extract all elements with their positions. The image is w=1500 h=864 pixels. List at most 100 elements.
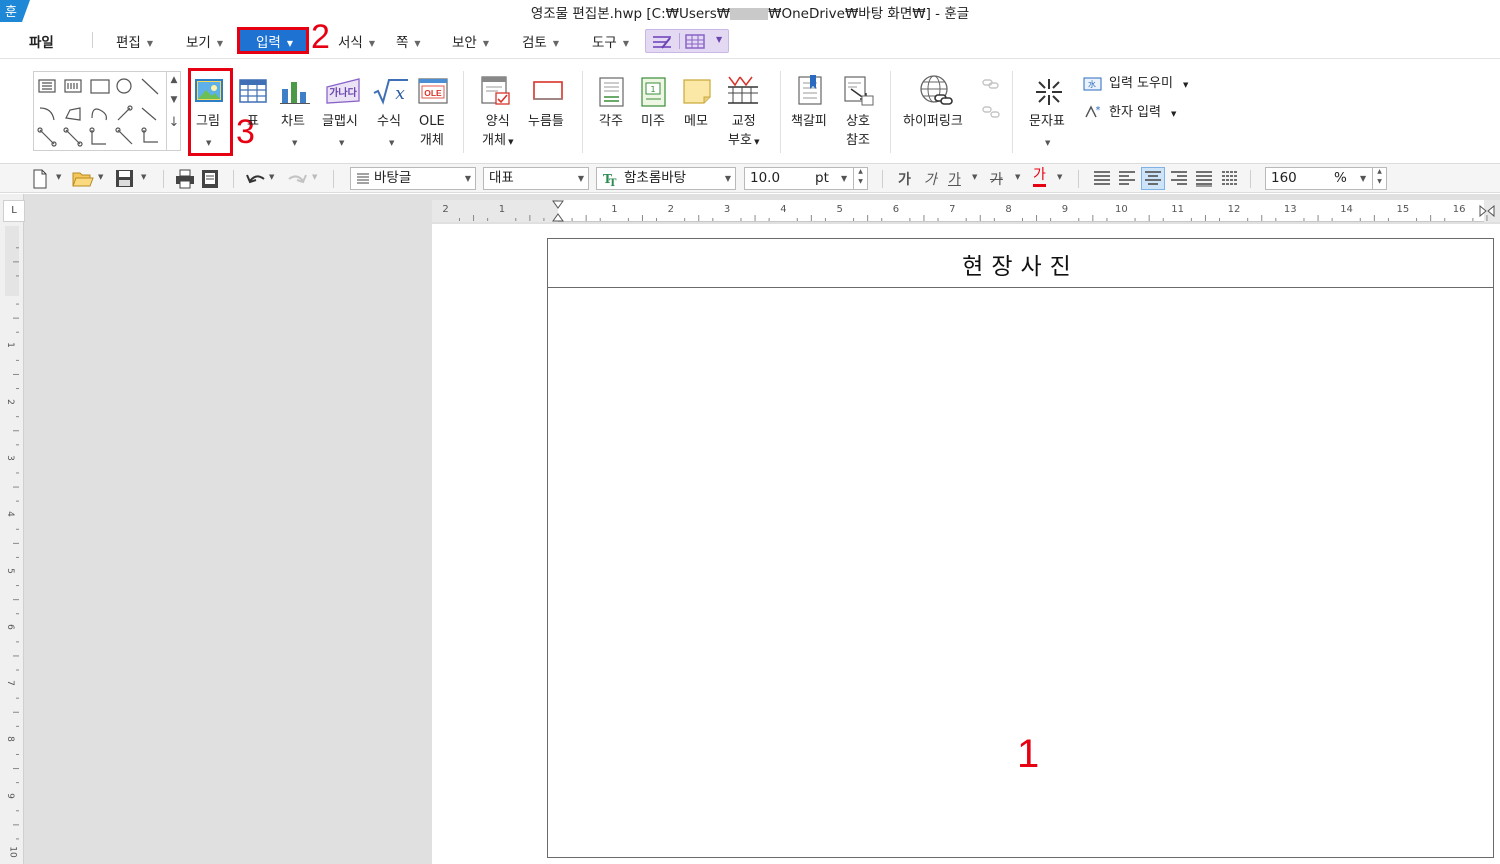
shape-gallery[interactable]: [33, 71, 181, 151]
new-document-icon[interactable]: [32, 169, 48, 189]
font-color-button[interactable]: 가: [1033, 167, 1046, 187]
ruler-label: 15: [1396, 204, 1410, 215]
click-field-button[interactable]: 누름틀: [528, 112, 564, 131]
chevron-down-icon[interactable]: ▼: [389, 139, 394, 147]
align-left-icon[interactable]: [1118, 169, 1136, 189]
style-format-icon[interactable]: [652, 34, 674, 50]
redo-icon: [288, 174, 307, 184]
split-align-icon[interactable]: [1221, 169, 1239, 189]
font-size-field[interactable]: 10.0 pt ▼ ▲ ▼: [744, 167, 868, 190]
language-select[interactable]: 대표 ▼: [483, 167, 589, 190]
underline-button[interactable]: 가: [948, 169, 961, 189]
undo-icon[interactable]: [245, 169, 267, 189]
ole-object-icon[interactable]: OLE: [418, 77, 448, 105]
distribute-icon[interactable]: [1195, 169, 1213, 189]
align-right-icon[interactable]: [1170, 169, 1188, 189]
menu-view[interactable]: 보기 ▼: [186, 31, 223, 51]
italic-button[interactable]: 가: [924, 169, 937, 189]
expand-gallery-icon[interactable]: ↓: [167, 115, 181, 130]
chevron-down-icon: ▼: [464, 174, 471, 183]
character-map-icon[interactable]: [1034, 77, 1064, 107]
ole-object-button[interactable]: OLE 개체: [419, 112, 445, 150]
character-map-button[interactable]: 문자표: [1029, 112, 1065, 131]
wordart-button[interactable]: 글맵시: [322, 112, 358, 131]
chevron-down-icon[interactable]: ▼: [339, 139, 344, 147]
scroll-up-icon[interactable]: ▲: [167, 75, 181, 85]
shape-gallery-scrollbar[interactable]: ▲ ▼ ↓: [166, 71, 181, 151]
menu-security[interactable]: 보안 ▼: [452, 31, 489, 51]
table-header-cell[interactable]: 현장사진: [548, 239, 1493, 288]
form-object-button[interactable]: 양식 개체 ▼: [482, 112, 514, 152]
memo-icon[interactable]: [682, 77, 712, 105]
proofreading-icon[interactable]: [726, 73, 760, 105]
window-title-suffix: ₩OneDrive₩바탕 화면₩] - 훈글: [768, 6, 970, 22]
redacted-username: [730, 8, 769, 20]
print-preview-icon[interactable]: [201, 169, 219, 189]
chart-icon[interactable]: [280, 79, 310, 105]
table-button[interactable]: 표: [247, 112, 259, 131]
menu-file[interactable]: 파일: [29, 31, 54, 51]
endnote-icon[interactable]: 1: [640, 77, 668, 107]
quick-style-group[interactable]: ▼: [645, 29, 729, 53]
line-spacing-field[interactable]: 160 % ▼ ▲ ▼: [1265, 167, 1387, 190]
chevron-down-icon[interactable]: ▼: [292, 139, 297, 147]
menu-bar: 파일 편집 ▼ 보기 ▼ 입력 ▼ 2 서식 ▼ 쪽 ▼ 보안 ▼ 검토 ▼ 도구 ▼ ▼: [0, 18, 1500, 56]
menu-edit-label: 편집: [116, 35, 141, 51]
chevron-down-icon[interactable]: ▼: [716, 35, 722, 44]
menu-format[interactable]: 서식 ▼: [338, 31, 375, 51]
font-size-spinner[interactable]: ▲ ▼: [853, 167, 867, 190]
chevron-down-icon[interactable]: ▼: [56, 173, 61, 181]
align-center-icon[interactable]: [1144, 169, 1162, 189]
chevron-down-icon[interactable]: ▼: [269, 173, 274, 181]
open-folder-icon[interactable]: [72, 169, 94, 189]
chevron-down-icon[interactable]: ▼: [1045, 139, 1050, 147]
memo-button[interactable]: 메모: [684, 112, 708, 131]
strikethrough-button[interactable]: 가: [990, 169, 1003, 189]
font-select[interactable]: T T 함초롬바탕 ▼: [596, 167, 736, 190]
formula-icon[interactable]: x: [372, 77, 410, 105]
menu-tools[interactable]: 도구 ▼: [592, 31, 629, 51]
hyperlink-icon[interactable]: [918, 73, 954, 107]
hyperlink-button[interactable]: 하이퍼링크: [903, 112, 963, 131]
print-icon[interactable]: [175, 169, 195, 189]
menu-edit[interactable]: 편집 ▼: [116, 31, 153, 51]
chart-button[interactable]: 차트: [281, 112, 305, 131]
table-style-icon[interactable]: [685, 34, 707, 50]
click-field-icon[interactable]: [532, 79, 564, 103]
proofreading-button[interactable]: 교정 부호 ▼: [728, 112, 760, 152]
align-justify-icon[interactable]: [1093, 169, 1111, 189]
form-object-icon[interactable]: [480, 75, 512, 107]
chevron-down-icon[interactable]: ▼: [1057, 173, 1062, 181]
line-spacing-spinner[interactable]: ▲ ▼: [1372, 167, 1386, 190]
menu-review[interactable]: 검토 ▼: [522, 31, 559, 51]
input-helper-icon: 水: [1083, 77, 1102, 91]
bold-button[interactable]: 가: [898, 169, 911, 189]
hanja-input-button[interactable]: 한자 입력 ▼: [1109, 103, 1176, 124]
scroll-down-icon[interactable]: ▼: [167, 95, 181, 105]
table-icon[interactable]: [239, 79, 267, 103]
cross-reference-button[interactable]: 상호 참조: [846, 112, 870, 150]
chevron-down-icon[interactable]: ▼: [98, 173, 103, 181]
horizontal-ruler[interactable]: 2 1 1 2 3 4 5 6 7 8 9 10 11 12 13 14 15 16: [432, 200, 1500, 222]
paragraph-style-select[interactable]: 바탕글 ▼: [350, 167, 476, 190]
bookmark-icon[interactable]: [797, 75, 825, 107]
ruler-corner-tab-selector[interactable]: L: [3, 200, 25, 222]
chevron-down-icon[interactable]: ▼: [1015, 173, 1020, 181]
input-helper-button[interactable]: 입력 도우미 ▼: [1109, 74, 1188, 95]
footnote-button[interactable]: 각주: [599, 112, 623, 131]
chevron-down-icon[interactable]: ▼: [141, 173, 146, 181]
menu-format-label: 서식: [338, 35, 363, 51]
save-icon[interactable]: [115, 169, 135, 189]
cross-reference-icon[interactable]: [843, 75, 875, 107]
footnote-icon[interactable]: [598, 77, 626, 107]
chevron-down-icon[interactable]: ▼: [972, 173, 977, 181]
menu-page[interactable]: 쪽 ▼: [396, 31, 421, 51]
bookmark-button[interactable]: 책갈피: [791, 112, 827, 131]
document-page[interactable]: 현장사진: [432, 224, 1500, 864]
chevron-down-icon: ▼: [577, 174, 584, 183]
vertical-ruler[interactable]: L 1 2 3 4 5 6 7 8 9 10: [0, 194, 25, 864]
wordart-icon[interactable]: 가나다: [325, 77, 361, 105]
endnote-button[interactable]: 미주: [641, 112, 665, 131]
formula-button[interactable]: 수식: [377, 112, 401, 131]
ruler-label: 5: [4, 567, 15, 574]
